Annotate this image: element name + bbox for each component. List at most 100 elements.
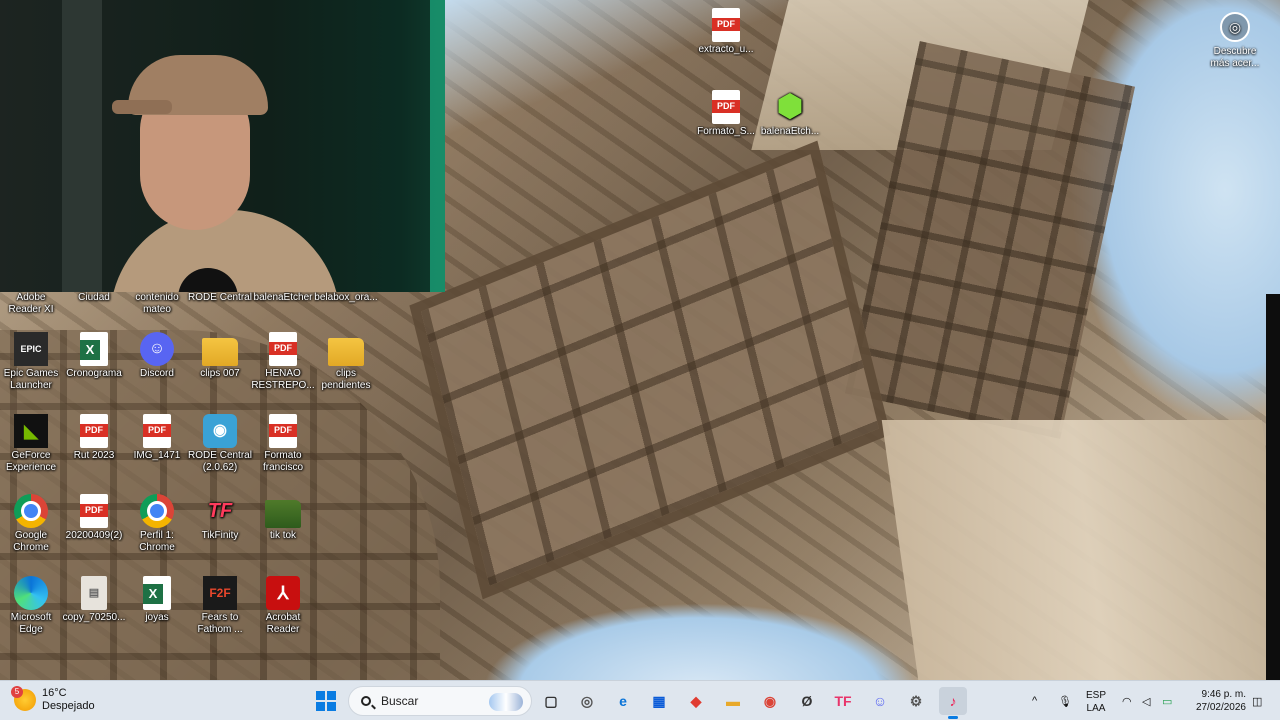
desktop-icon[interactable]: joyas bbox=[123, 576, 191, 624]
pdf-icon bbox=[143, 414, 171, 448]
tray-volume[interactable]: ◁ bbox=[1142, 681, 1150, 720]
discord-icon: ☺ bbox=[872, 693, 888, 709]
taskbar-app-unknown-app[interactable]: Ø bbox=[793, 687, 821, 715]
desktop-icon-label: clips pendientes bbox=[321, 368, 371, 391]
desktop-icon[interactable]: Perfil 1: Chrome bbox=[123, 494, 191, 554]
desktop-icon[interactable]: clips pendientes bbox=[312, 332, 380, 392]
desktop-icon-label: extracto_u... bbox=[698, 44, 754, 55]
desktop-icon-label: Acrobat Reader bbox=[265, 612, 301, 635]
desktop-icon[interactable]: Formato_S... bbox=[692, 90, 760, 138]
tikfinity-icon: TF bbox=[207, 500, 233, 522]
desktop-icon[interactable]: TF TikFinity bbox=[186, 494, 254, 542]
weather-widget[interactable]: 5 16°C Despejado bbox=[11, 686, 95, 713]
taskbar-app-copilot[interactable]: ◎ bbox=[573, 687, 601, 715]
taskbar-app-discord[interactable]: ☺ bbox=[866, 687, 894, 715]
pdf-icon bbox=[80, 494, 108, 528]
taskbar-search-box[interactable]: Buscar bbox=[348, 686, 532, 716]
acrobat-icon: ⅄ bbox=[266, 576, 300, 610]
tray-overflow-chevron[interactable]: ^ bbox=[1032, 681, 1037, 720]
desktop-icon[interactable]: 20200409(2) bbox=[60, 494, 128, 542]
desktop-icon[interactable]: Google Chrome bbox=[0, 494, 65, 554]
taskbar-app-chrome[interactable]: ◉ bbox=[756, 687, 784, 715]
tray-microphone[interactable]: 🎙 bbox=[1058, 681, 1072, 720]
desktop-icon-label: 20200409(2) bbox=[65, 530, 123, 541]
desktop-icon[interactable]: F2F Fears to Fathom ... bbox=[186, 576, 254, 636]
taskbar-app-tikfinity[interactable]: TF bbox=[829, 687, 857, 715]
settings-icon: ⚙ bbox=[909, 692, 923, 709]
anydesk-icon: ◆ bbox=[690, 692, 702, 709]
taskbar-app-tiktok-live[interactable]: ♪ bbox=[939, 687, 967, 719]
notifications-button[interactable]: ◫ bbox=[1252, 681, 1262, 720]
store-icon: ▦ bbox=[652, 692, 666, 709]
taskbar-app-settings[interactable]: ⚙ bbox=[902, 687, 930, 715]
unknown-app-icon: Ø bbox=[801, 693, 813, 709]
desktop-icon[interactable]: extracto_u... bbox=[692, 8, 760, 56]
chrome-icon: ◉ bbox=[763, 692, 777, 709]
search-icon bbox=[361, 696, 371, 706]
desktop-icon-label: Perfil 1: Chrome bbox=[139, 530, 175, 553]
desktop-icon[interactable]: ⅄ Acrobat Reader bbox=[249, 576, 317, 636]
taskbar-app-edge[interactable]: e bbox=[609, 687, 637, 715]
desktop-icon[interactable]: Rut 2023 bbox=[60, 414, 128, 462]
desktop-icon-label: RODE Central (2.0.62) bbox=[188, 450, 252, 473]
webcam-overlay bbox=[0, 0, 445, 292]
desktop-icon-label: HENAO RESTREPO... bbox=[251, 368, 315, 391]
windows-logo-tile bbox=[327, 702, 336, 711]
desktop-icon[interactable]: Cronograma bbox=[60, 332, 128, 380]
tray-network[interactable]: ◠ bbox=[1122, 681, 1132, 720]
file-icon: ▤ bbox=[81, 576, 107, 610]
desktop-icon-label: Cronograma bbox=[66, 368, 122, 379]
windows-logo-tile bbox=[316, 702, 325, 711]
epic-icon: EPIC bbox=[14, 332, 48, 366]
desktop-icon[interactable]: ☺ Discord bbox=[123, 332, 191, 380]
start-button[interactable] bbox=[316, 691, 336, 711]
discord-icon: ☺ bbox=[140, 332, 174, 366]
weather-condition: Despejado bbox=[42, 700, 95, 712]
desktop-icon-label: copy_70250... bbox=[62, 612, 126, 623]
desktop-icon[interactable]: belabox_ora... bbox=[312, 292, 380, 304]
rode-icon: ◉ bbox=[203, 414, 237, 448]
pdf-icon bbox=[712, 8, 740, 42]
taskbar-app-anydesk[interactable]: ◆ bbox=[682, 687, 710, 715]
desktop-icon-label: Rut 2023 bbox=[73, 450, 115, 461]
taskbar-clock[interactable]: 9:46 p. m. 27/02/2026 bbox=[1190, 688, 1246, 714]
taskbar-app-task-view[interactable]: ▢ bbox=[537, 687, 565, 715]
desktop-icon-label: belabox_ora... bbox=[314, 292, 378, 303]
webcam-person-cap-brim bbox=[112, 100, 172, 114]
desktop-icon-label: Adobe Reader XI bbox=[8, 292, 54, 315]
desktop-icon[interactable]: Adobe Reader XI bbox=[0, 292, 65, 316]
desktop-icon[interactable]: Ciudad bbox=[60, 292, 128, 304]
desktop-icon[interactable]: clips 007 bbox=[186, 332, 254, 380]
taskbar-app-store[interactable]: ▦ bbox=[645, 687, 673, 715]
desktop-icon-label: IMG_1471 bbox=[133, 450, 181, 461]
chrome-icon bbox=[140, 494, 174, 528]
chevron-up-icon: ^ bbox=[1032, 695, 1038, 707]
desktop-icon[interactable]: ⬢ balenaEtch... bbox=[756, 90, 824, 138]
folder-icon bbox=[328, 338, 364, 366]
language-indicator[interactable]: ESP LAA bbox=[1086, 689, 1106, 715]
desktop-icon[interactable]: RODE Central bbox=[186, 292, 254, 304]
desktop-icon-label: Fears to Fathom ... bbox=[197, 612, 243, 635]
desktop-icon[interactable]: Formato francisco bbox=[249, 414, 317, 474]
discover-widget[interactable]: ◎ Descubre más acer... bbox=[1206, 12, 1264, 70]
desktop-icon[interactable]: HENAO RESTREPO... bbox=[249, 332, 317, 392]
desktop-icon-label: contenido mateo bbox=[135, 292, 179, 315]
desktop-icon[interactable]: ◣ GeForce Experience bbox=[0, 414, 65, 474]
desktop-icon[interactable]: contenido mateo bbox=[123, 292, 191, 316]
xls-icon bbox=[143, 576, 171, 610]
desktop-icon[interactable]: EPIC Epic Games Launcher bbox=[0, 332, 65, 392]
desktop-icon-label: Epic Games Launcher bbox=[3, 368, 59, 391]
desktop-icon[interactable]: tik tok bbox=[249, 494, 317, 542]
desktop-icon[interactable]: balenaEtcher bbox=[249, 292, 317, 304]
desktop-icon-label: Discord bbox=[140, 368, 174, 379]
volume-icon: ◁ bbox=[1142, 695, 1151, 708]
desktop-icon-label: Ciudad bbox=[78, 292, 110, 303]
desktop-icon[interactable]: Microsoft Edge bbox=[0, 576, 65, 636]
battery-icon: ▭ bbox=[1162, 695, 1173, 708]
desktop-icon[interactable]: ▤ copy_70250... bbox=[60, 576, 128, 624]
taskbar-app-explorer[interactable]: ▬ bbox=[719, 687, 747, 715]
desktop-icon[interactable]: ◉ RODE Central (2.0.62) bbox=[186, 414, 254, 474]
desktop-icon[interactable]: IMG_1471 bbox=[123, 414, 191, 462]
arch-center-coffers bbox=[409, 140, 891, 600]
tray-battery[interactable]: ▭ bbox=[1162, 681, 1172, 720]
